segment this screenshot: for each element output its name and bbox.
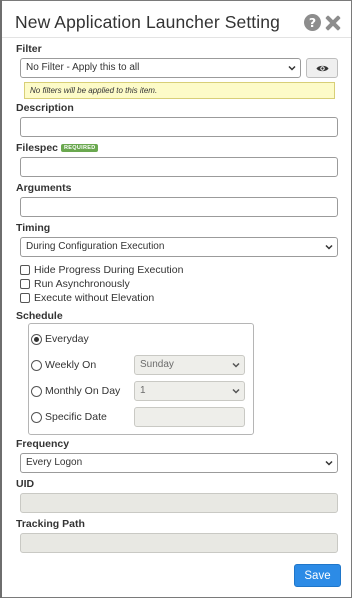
month-day-selected-value: 1 [140,385,146,396]
timing-select[interactable]: During Configuration Execution [20,237,338,257]
filter-select[interactable]: No Filter - Apply this to all [20,58,301,78]
run-async-option[interactable]: Run Asynchronously [20,278,130,290]
save-button[interactable]: Save [294,564,341,587]
specific-date-input[interactable] [134,407,245,427]
run-async-label: Run Asynchronously [34,278,130,290]
filespec-label-text: Filespec [16,142,59,154]
help-icon[interactable]: ? [304,14,321,31]
tracking-path-label: Tracking Path [16,518,85,530]
tracking-path-input[interactable] [20,533,338,553]
schedule-label: Schedule [16,310,63,322]
timing-label: Timing [16,222,51,234]
frequency-selected-value: Every Logon [26,457,83,468]
schedule-monthly-option[interactable]: Monthly On Day [31,385,120,397]
uid-label: UID [16,478,35,490]
timing-selected-value: During Configuration Execution [26,241,165,252]
specific-date-radio[interactable] [31,411,42,423]
schedule-weekly-option[interactable]: Weekly On [31,359,96,371]
chevron-down-icon [325,460,333,466]
arguments-input[interactable] [20,197,338,217]
filter-hint: No filters will be applied to this item. [24,82,335,99]
chevron-down-icon [232,362,240,368]
no-elevation-label: Execute without Elevation [34,292,155,304]
dialog: New Application Launcher Setting ? Filte… [0,0,352,598]
run-async-checkbox[interactable] [20,279,30,289]
uid-input[interactable] [20,493,338,513]
eye-icon [316,65,328,71]
description-input[interactable] [20,117,338,137]
filespec-input[interactable] [20,157,338,177]
arguments-label: Arguments [16,182,72,194]
preview-filter-button[interactable] [306,58,338,78]
frequency-label: Frequency [16,438,70,450]
monthly-label: Monthly On Day [45,385,121,397]
window-edge [0,0,2,598]
hide-progress-checkbox[interactable] [20,265,30,275]
everyday-radio[interactable] [31,333,42,345]
description-label: Description [16,102,74,114]
dialog-title: New Application Launcher Setting [15,12,280,32]
chevron-down-icon [232,388,240,394]
specific-date-label: Specific Date [45,411,107,423]
weekday-select[interactable]: Sunday [134,355,245,375]
required-badge: REQUIRED [61,144,99,152]
weekly-radio[interactable] [31,359,42,371]
schedule-everyday-option[interactable]: Everyday [31,333,89,345]
no-elevation-option[interactable]: Execute without Elevation [20,292,154,304]
schedule-specific-option[interactable]: Specific Date [31,411,107,423]
hide-progress-option[interactable]: Hide Progress During Execution [20,264,183,276]
chevron-down-icon [325,244,333,250]
weekday-selected-value: Sunday [140,359,174,370]
filespec-label: Filespec REQUIRED [16,142,99,154]
header-divider [1,37,351,38]
filter-label: Filter [16,43,42,55]
everyday-label: Everyday [45,333,89,345]
filter-selected-value: No Filter - Apply this to all [26,62,140,73]
hide-progress-label: Hide Progress During Execution [34,264,184,276]
monthly-radio[interactable] [31,385,42,397]
chevron-down-icon [288,65,296,71]
close-icon[interactable] [325,15,341,31]
frequency-select[interactable]: Every Logon [20,453,338,473]
month-day-select[interactable]: 1 [134,381,245,401]
no-elevation-checkbox[interactable] [20,293,30,303]
header-icons: ? [304,14,341,31]
weekly-label: Weekly On [45,359,97,371]
